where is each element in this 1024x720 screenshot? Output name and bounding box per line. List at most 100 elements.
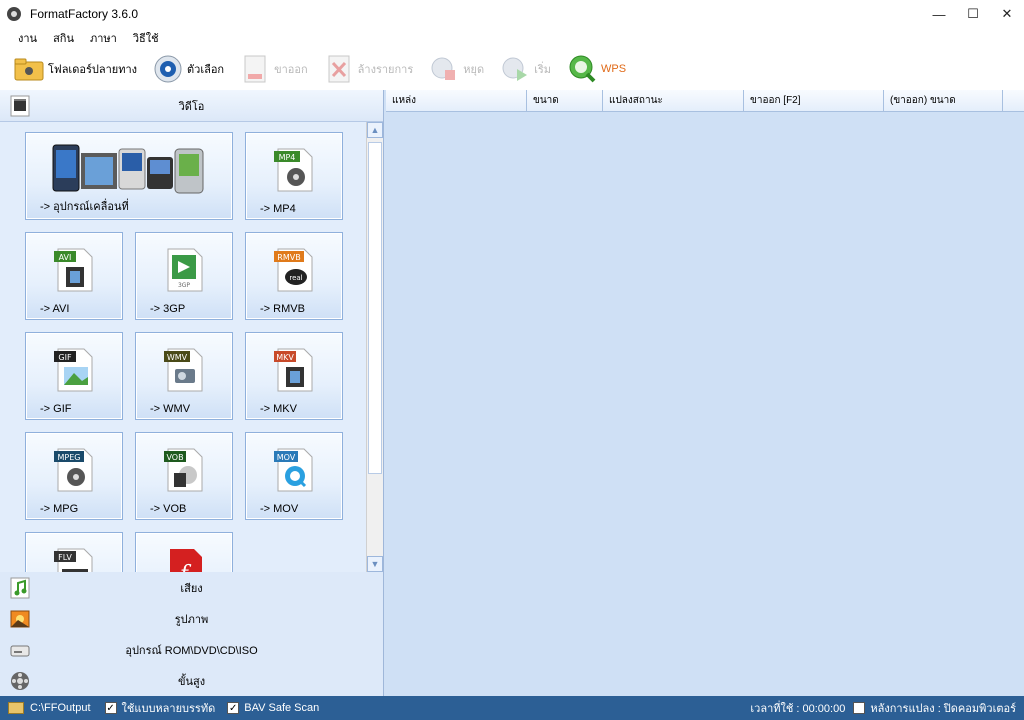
multithread-checkbox[interactable]: ✓ ใช้แบบหลายบรรทัด: [104, 699, 215, 717]
tile-wmv[interactable]: WMV -> WMV: [135, 332, 233, 420]
svg-text:MOV: MOV: [277, 453, 296, 462]
scroll-up-arrow-icon[interactable]: ▲: [367, 122, 383, 138]
bav-safe-scan-checkbox[interactable]: ✓ BAV Safe Scan: [227, 702, 319, 714]
flv-file-icon: FLV: [52, 547, 96, 572]
svg-text:RMVB: RMVB: [277, 253, 300, 262]
folder-icon: [14, 54, 44, 84]
svg-text:FLV: FLV: [58, 553, 72, 562]
tile-label: -> MKV: [260, 403, 297, 415]
after-convert-checkbox[interactable]: หลังการแปลง : ปิดคอมพิวเตอร์: [853, 699, 1016, 717]
stop-button[interactable]: หยุด: [429, 54, 484, 84]
tile-label: -> GIF: [40, 403, 72, 415]
window-title: FormatFactory 3.6.0: [30, 7, 139, 21]
picture-category[interactable]: รูปภาพ: [0, 603, 383, 634]
wps-label: WPS: [601, 63, 627, 75]
tile-swf[interactable]: f: [135, 532, 233, 572]
clear-list-button[interactable]: ล้างรายการ: [324, 54, 413, 84]
menu-skin[interactable]: สกิน: [45, 29, 82, 47]
picture-icon: [10, 608, 30, 630]
scroll-down-arrow-icon[interactable]: ▼: [367, 556, 383, 572]
output-folder-button[interactable]: โฟลเดอร์ปลายทาง: [14, 54, 137, 84]
remove-button[interactable]: ขาออก: [240, 54, 308, 84]
bav-label: BAV Safe Scan: [244, 702, 320, 714]
audio-category[interactable]: เสียง: [0, 572, 383, 603]
audio-category-label: เสียง: [180, 582, 203, 595]
status-bar: C:\FFOutput ✓ ใช้แบบหลายบรรทัด ✓ BAV Saf…: [0, 696, 1024, 720]
tile-label: -> MP4: [260, 203, 296, 215]
tile-flv[interactable]: FLV: [25, 532, 123, 572]
mkv-file-icon: MKV: [272, 347, 316, 396]
grid-scrollbar[interactable]: ▲ ▼: [366, 122, 383, 572]
picture-category-label: รูปภาพ: [174, 613, 209, 626]
task-list[interactable]: แหล่ง ขนาด แปลงสถานะ ขาออก [F2] (ขาออก) …: [386, 90, 1024, 696]
tile-3gp[interactable]: 3GP -> 3GP: [135, 232, 233, 320]
tile-label: -> AVI: [40, 303, 70, 315]
wps-search-icon: [567, 54, 597, 84]
output-path[interactable]: C:\FFOutput: [8, 702, 91, 714]
svg-text:MP4: MP4: [279, 153, 296, 162]
video-category-label: วิดีโอ: [178, 100, 205, 113]
tile-label: -> VOB: [150, 503, 187, 515]
menu-task[interactable]: งาน: [10, 29, 45, 47]
rmvb-file-icon: RMVB real: [272, 247, 316, 296]
start-button[interactable]: เริ่ม: [500, 54, 551, 84]
disc-drive-icon: [10, 639, 30, 661]
remove-file-icon: [240, 54, 270, 84]
close-button[interactable]: ✕: [990, 0, 1024, 28]
column-filler: [1003, 90, 1024, 112]
video-category-header[interactable]: วิดีโอ: [0, 90, 383, 122]
column-output[interactable]: ขาออก [F2]: [744, 90, 884, 112]
tile-mp4[interactable]: MP4 -> MP4: [245, 132, 343, 220]
start-icon: [500, 54, 530, 84]
svg-text:AVI: AVI: [59, 253, 72, 262]
rom-dvd-cd-iso-category[interactable]: อุปกรณ์ ROM\DVD\CD\ISO: [0, 634, 383, 665]
column-output-size[interactable]: (ขาออก) ขนาด: [884, 90, 1003, 112]
title-bar: FormatFactory 3.6.0 — ☐ ✕: [0, 0, 1024, 28]
checkbox-checked-icon: ✓: [227, 702, 240, 714]
tile-mpg[interactable]: MPEG -> MPG: [25, 432, 123, 520]
tile-mobile-device[interactable]: -> อุปกรณ์เคลื่อนที่: [25, 132, 233, 220]
svg-text:3GP: 3GP: [178, 282, 190, 289]
elapsed-time: เวลาที่ใช้ : 00:00:00: [750, 703, 846, 715]
minimize-button[interactable]: —: [922, 0, 956, 28]
rom-category-label: อุปกรณ์ ROM\DVD\CD\ISO: [125, 644, 258, 657]
tile-rmvb[interactable]: RMVB real -> RMVB: [245, 232, 343, 320]
vob-file-icon: VOB: [162, 447, 206, 496]
category-panel: วิดีโอ -> อุปกรณ์เคลื่อนที่ MP4 -> MP4 A…: [0, 90, 384, 696]
maximize-button[interactable]: ☐: [956, 0, 990, 28]
mpeg-file-icon: MPEG: [52, 447, 96, 496]
toolbar: โฟลเดอร์ปลายทาง ตัวเลือก ขาออก ล้างรายกา…: [0, 48, 1024, 90]
tile-gif[interactable]: GIF -> GIF: [25, 332, 123, 420]
clear-list-icon: [324, 54, 354, 84]
stop-label: หยุด: [463, 64, 485, 76]
advanced-category-label: ขั้นสูง: [177, 675, 206, 688]
after-convert-label: หลังการแปลง : ปิดคอมพิวเตอร์: [870, 703, 1016, 715]
stop-icon: [429, 54, 459, 84]
gear-icon: [153, 54, 183, 84]
svg-text:WMV: WMV: [167, 353, 188, 362]
tile-mov[interactable]: MOV -> MOV: [245, 432, 343, 520]
tile-label: -> MOV: [260, 503, 299, 515]
checkbox-unchecked-icon: [853, 702, 866, 714]
wps-button[interactable]: WPS: [567, 54, 626, 84]
menu-language[interactable]: ภาษา: [82, 29, 125, 47]
column-size[interactable]: ขนาด: [527, 90, 603, 112]
output-path-label: C:\FFOutput: [30, 702, 91, 714]
scroll-thumb[interactable]: [368, 142, 382, 474]
options-button[interactable]: ตัวเลือก: [153, 54, 224, 84]
svg-text:MKV: MKV: [276, 353, 294, 362]
svg-text:VOB: VOB: [166, 453, 183, 462]
tile-label: -> อุปกรณ์เคลื่อนที่: [40, 201, 129, 213]
avi-file-icon: AVI: [52, 247, 96, 296]
tile-label: -> MPG: [40, 503, 79, 515]
output-folder-label: โฟลเดอร์ปลายทาง: [48, 64, 137, 76]
task-list-header: แหล่ง ขนาด แปลงสถานะ ขาออก [F2] (ขาออก) …: [386, 90, 1024, 112]
advanced-category[interactable]: ขั้นสูง: [0, 665, 383, 696]
tile-mkv[interactable]: MKV -> MKV: [245, 332, 343, 420]
menu-help[interactable]: วิธีใช้: [125, 29, 167, 47]
column-source[interactable]: แหล่ง: [386, 90, 527, 112]
column-convert-status[interactable]: แปลงสถานะ: [603, 90, 744, 112]
tile-vob[interactable]: VOB -> VOB: [135, 432, 233, 520]
svg-text:real: real: [289, 274, 302, 282]
tile-avi[interactable]: AVI -> AVI: [25, 232, 123, 320]
